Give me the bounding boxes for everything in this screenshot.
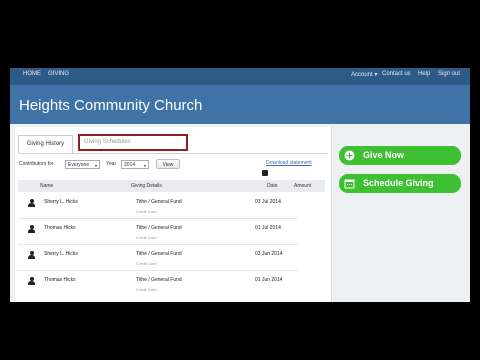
- year-select[interactable]: 2014 ▾: [121, 160, 149, 169]
- nav-home[interactable]: HOME: [23, 71, 41, 77]
- row-method: Credit Card: [136, 287, 157, 292]
- calendar-icon: [344, 179, 355, 189]
- row-name: Thomas Hicks: [44, 277, 76, 283]
- table-header: Name Giving Details Date Amount: [18, 180, 325, 192]
- row-fund: Tithe / General Fund: [136, 251, 182, 257]
- header-details: Giving Details: [131, 183, 162, 189]
- caret-down-icon: ▾: [374, 72, 378, 78]
- row-date: 01 Jun 2014: [255, 277, 283, 283]
- give-now-label: Give Now: [363, 150, 405, 160]
- download-statement-link[interactable]: Download statement: [266, 160, 312, 166]
- schedule-giving-label: Schedule Giving: [363, 178, 434, 188]
- contributors-label: Contributors for: [19, 161, 54, 167]
- view-button[interactable]: View: [156, 159, 180, 169]
- nav-signout[interactable]: Sign out: [438, 71, 460, 77]
- nav-contact[interactable]: Contact us: [382, 71, 411, 77]
- printer-icon: [262, 170, 268, 176]
- row-method: Credit Card: [136, 261, 157, 266]
- row-fund: Tithe / General Fund: [136, 277, 182, 283]
- table-row[interactable]: Thomas Hicks Tithe / General Fund Credit…: [18, 270, 298, 296]
- nav-help[interactable]: Help: [418, 71, 430, 77]
- schedule-giving-button[interactable]: Schedule Giving: [339, 174, 461, 193]
- contributors-select[interactable]: Everyone ▾: [65, 160, 100, 169]
- nav-account-label: Account: [351, 72, 373, 78]
- contributors-value: Everyone: [68, 162, 90, 168]
- row-method: Credit Card: [136, 235, 157, 240]
- user-icon: [28, 277, 35, 285]
- top-nav: HOME GIVING Account ▾ Contact us Help Si…: [10, 68, 470, 85]
- header-amount: Amount: [294, 183, 312, 189]
- plus-circle-icon: [344, 150, 355, 161]
- row-date: 01 Jul 2014: [255, 225, 281, 231]
- give-now-button[interactable]: Give Now: [339, 146, 461, 165]
- row-name: Thomas Hicks: [44, 225, 76, 231]
- row-method: Credit Card: [136, 209, 157, 214]
- nav-giving[interactable]: GIVING: [48, 71, 69, 77]
- tab-divider: [18, 153, 327, 154]
- row-fund: Tithe / General Fund: [136, 225, 182, 231]
- row-name: Sherry L. Hicks: [44, 199, 78, 205]
- tab-giving-history[interactable]: Giving History: [18, 135, 73, 153]
- table-row[interactable]: Sherry L. Hicks Tithe / General Fund Cre…: [18, 244, 298, 271]
- header-name: Name: [40, 183, 54, 189]
- church-title: Heights Community Church: [19, 97, 203, 114]
- year-label: Year: [106, 161, 117, 167]
- row-date: 03 Jun 2014: [255, 251, 283, 257]
- nav-account[interactable]: Account ▾: [351, 71, 377, 78]
- table-row[interactable]: Sherry L. Hicks Tithe / General Fund Cre…: [18, 192, 298, 219]
- caret-down-icon: ▾: [94, 163, 97, 168]
- table-row[interactable]: Thomas Hicks Tithe / General Fund Credit…: [18, 218, 298, 245]
- header-date: Date: [267, 183, 278, 189]
- row-name: Sherry L. Hicks: [44, 251, 78, 257]
- row-fund: Tithe / General Fund: [136, 199, 182, 205]
- video-frame: HOME GIVING Account ▾ Contact us Help Si…: [0, 0, 480, 360]
- tab-giving-schedules[interactable]: Giving Schedules: [78, 134, 188, 151]
- user-icon: [28, 251, 35, 259]
- row-date: 03 Jul 2014: [255, 199, 281, 205]
- user-icon: [28, 199, 35, 207]
- user-icon: [28, 225, 35, 233]
- year-value: 2014: [124, 162, 136, 168]
- caret-down-icon: ▾: [143, 163, 146, 168]
